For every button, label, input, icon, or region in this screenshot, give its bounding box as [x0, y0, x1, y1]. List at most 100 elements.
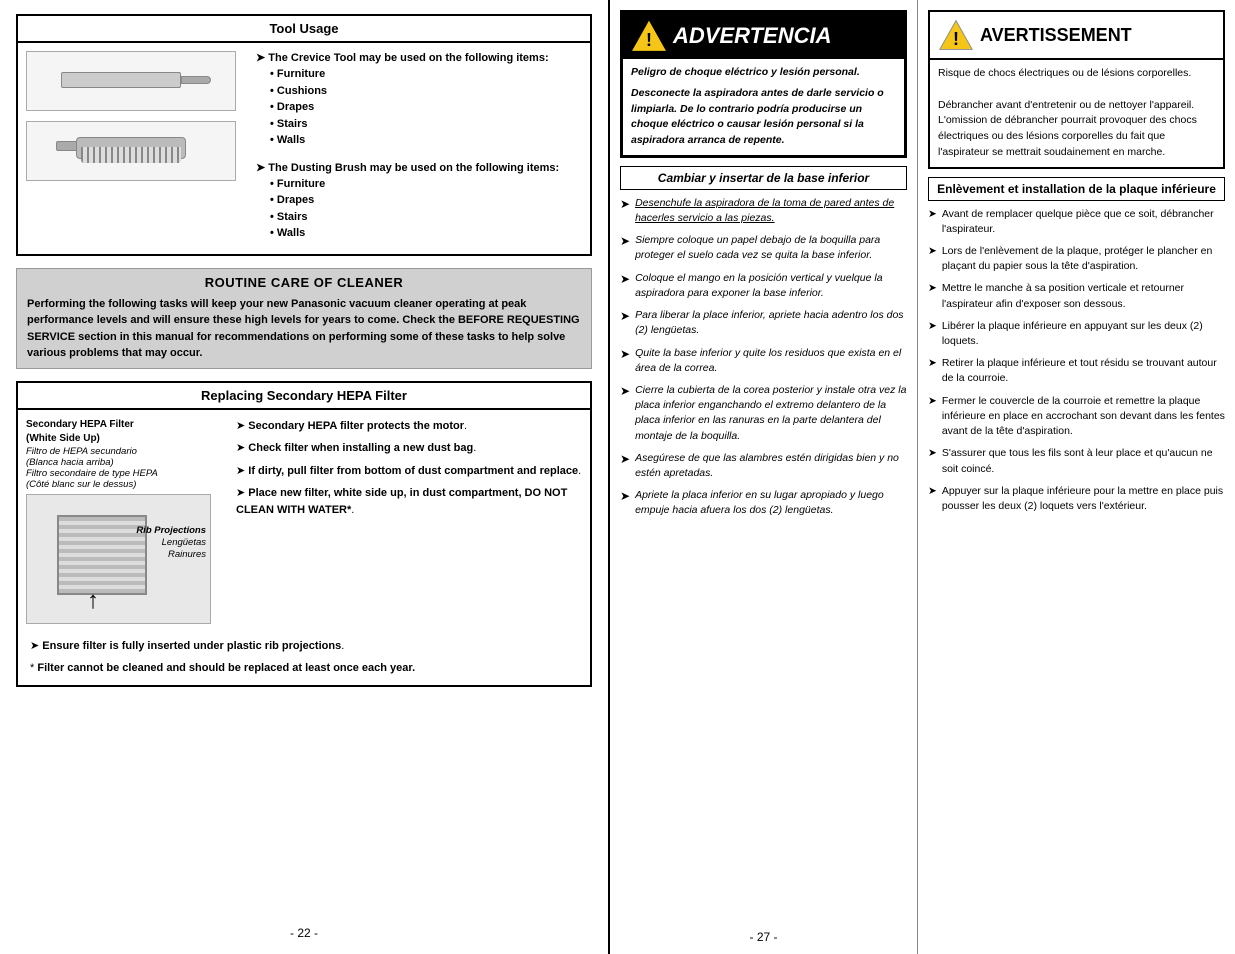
- page-number-left: - 22 -: [16, 916, 592, 940]
- right-instructions-list: ➤ Avant de remplacer quelque pièce que c…: [928, 207, 1225, 522]
- arrow-icon: ➤: [620, 233, 630, 263]
- arrow-icon: ➤: [928, 356, 937, 386]
- instruction-text: Lors de l'enlèvement de la plaque, proté…: [942, 244, 1225, 274]
- arrow-icon: ➤: [928, 207, 937, 237]
- crevice-tool-section: ➤ The Crevice Tool may be used on the fo…: [256, 51, 582, 149]
- dusting-brush-section: ➤ The Dusting Brush may be used on the f…: [256, 161, 582, 242]
- routine-care-title: ROUTINE CARE OF CLEANER: [27, 275, 581, 290]
- crevice-item-stairs: Stairs: [270, 116, 582, 133]
- hepa-instructions: ➤ Secondary HEPA filter protects the mot…: [236, 418, 582, 624]
- routine-care-body: Performing the following tasks will keep…: [27, 296, 581, 362]
- instruction-text: Avant de remplacer quelque pièce que ce …: [942, 207, 1225, 237]
- arrow-icon: ➤: [928, 446, 937, 476]
- avertissement-text: Risque de chocs électriques ou de lésion…: [938, 66, 1215, 161]
- avertissement-title: AVERTISSEMENT: [980, 25, 1132, 46]
- dusting-item-furniture: Furniture: [270, 176, 582, 193]
- right-instruction-5: ➤ Retirer la plaque inférieure et tout r…: [928, 356, 1225, 386]
- right-instruction-6: ➤ Fermer le couvercle de la courroie et …: [928, 394, 1225, 440]
- crevice-tip: [181, 76, 211, 84]
- arrow-icon: ➤: [928, 484, 937, 514]
- advertencia-title: ADVERTENCIA: [673, 23, 832, 49]
- tool-text-list: ➤ The Crevice Tool may be used on the fo…: [256, 51, 582, 246]
- middle-instruction-8: ➤ Apriete la placa inferior en su lugar …: [620, 488, 907, 518]
- advertencia-header: ! ADVERTENCIA: [623, 13, 904, 59]
- middle-section-title: Cambiar y insertar de la base inferior: [620, 166, 907, 190]
- advertencia-warning-1: Peligro de choque eléctrico y lesión per…: [631, 65, 896, 81]
- arrow-icon: ➤: [928, 394, 937, 440]
- arrow-icon: ➤: [620, 383, 630, 444]
- hepa-filter-lines: [59, 517, 145, 593]
- instruction-text: Mettre le manche à sa position verticale…: [942, 281, 1225, 311]
- tool-usage-title: Tool Usage: [18, 16, 590, 43]
- crevice-items: Furniture Cushions Drapes Stairs Walls: [256, 66, 582, 149]
- middle-instruction-1: ➤ Desenchufe la aspiradora de la toma de…: [620, 196, 907, 226]
- svg-text:!: !: [953, 29, 959, 49]
- instruction-text: Coloque el mango en la posición vertical…: [635, 271, 907, 301]
- middle-instruction-6: ➤ Cierre la cubierta de la corea posteri…: [620, 383, 907, 444]
- crevice-item-drapes: Drapes: [270, 99, 582, 116]
- avertissement-triangle-icon: !: [938, 17, 974, 53]
- tool-usage-content: ➤ The Crevice Tool may be used on the fo…: [18, 43, 590, 254]
- svg-text:!: !: [646, 30, 652, 50]
- hepa-instruction-4: ➤ Place new filter, white side up, in du…: [236, 485, 582, 518]
- dusting-item-walls: Walls: [270, 225, 582, 242]
- instruction-text: Appuyer sur la plaque inférieure pour la…: [942, 484, 1225, 514]
- hepa-filter-label-french: Filtro secondaire de type HEPA (Côté bla…: [26, 468, 226, 490]
- crevice-tool-diagram: [51, 67, 211, 95]
- hepa-image-area: Secondary HEPA Filter (White Side Up) Fi…: [26, 418, 226, 624]
- hepa-section: Replacing Secondary HEPA Filter Secondar…: [16, 381, 592, 687]
- right-instruction-7: ➤ S'assurer que tous les fils sont à leu…: [928, 446, 1225, 476]
- arrow-icon: ➤: [928, 244, 937, 274]
- dusting-brush-image: [26, 121, 236, 181]
- arrow-icon: ➤: [620, 488, 630, 518]
- instruction-text: Fermer le couvercle de la courroie et re…: [942, 394, 1225, 440]
- avertissement-header: ! AVERTISSEMENT: [930, 12, 1223, 60]
- hepa-title: Replacing Secondary HEPA Filter: [18, 383, 590, 410]
- hepa-bottom-instruction-1: ➤ Ensure filter is fully inserted under …: [30, 638, 578, 655]
- dusting-brush-diagram: [56, 129, 206, 174]
- instruction-text: S'assurer que tous les fils sont à leur …: [942, 446, 1225, 476]
- tool-usage-section: Tool Usage: [16, 14, 592, 256]
- avertissement-body: Risque de chocs électriques ou de lésion…: [930, 60, 1223, 167]
- arrow-icon: ➤: [928, 281, 937, 311]
- right-panel: ! ADVERTENCIA Peligro de choque eléctric…: [610, 0, 1235, 954]
- hepa-arrow-icon: ↑: [87, 587, 99, 615]
- page-number-middle: - 27 -: [620, 920, 907, 944]
- hepa-instruction-2: ➤ Check filter when installing a new dus…: [236, 440, 582, 457]
- advertencia-body: Peligro de choque eléctrico y lesión per…: [623, 59, 904, 155]
- crevice-body: [61, 72, 181, 88]
- dusting-heading: ➤ The Dusting Brush may be used on the f…: [256, 161, 582, 174]
- right-instruction-1: ➤ Avant de remplacer quelque pièce que c…: [928, 207, 1225, 237]
- right-instruction-4: ➤ Libérer la plaque inférieure en appuya…: [928, 319, 1225, 349]
- hepa-filter-label-spanish: Filtro de HEPA secundario (Blanca hacia …: [26, 446, 226, 468]
- rib-projections-label: Rib Projections Lengüetas Rainures: [136, 525, 206, 562]
- instruction-text: Cierre la cubierta de la corea posterior…: [635, 383, 907, 444]
- middle-instruction-4: ➤ Para liberar la place inferior, apriet…: [620, 308, 907, 338]
- hepa-filter-label-1: Secondary HEPA Filter (White Side Up): [26, 418, 226, 446]
- far-right-column: ! AVERTISSEMENT Risque de chocs électriq…: [918, 0, 1235, 954]
- arrow-icon: ➤: [928, 319, 937, 349]
- instruction-text: Asegúrese de que las alambres estén diri…: [635, 451, 907, 481]
- arrow-icon: ➤: [620, 271, 630, 301]
- right-section-title: Enlèvement et installation de la plaque …: [928, 177, 1225, 201]
- instruction-text: Apriete la placa inferior en su lugar ap…: [635, 488, 907, 518]
- advertencia-warning-2: Desconecte la aspiradora antes de darle …: [631, 86, 896, 149]
- arrow-icon: ➤: [620, 346, 630, 376]
- instruction-text: Para liberar la place inferior, apriete …: [635, 308, 907, 338]
- arrow-icon: ➤: [620, 308, 630, 338]
- crevice-item-cushions: Cushions: [270, 83, 582, 100]
- middle-instruction-2: ➤ Siempre coloque un papel debajo de la …: [620, 233, 907, 263]
- tool-images: [26, 51, 246, 246]
- crevice-tool-image: [26, 51, 236, 111]
- avertissement-warning-box: ! AVERTISSEMENT Risque de chocs électriq…: [928, 10, 1225, 169]
- dusting-items: Furniture Drapes Stairs Walls: [256, 176, 582, 242]
- instruction-text: Retirer la plaque inférieure et tout rés…: [942, 356, 1225, 386]
- instruction-text: Quite la base inferior y quite los resid…: [635, 346, 907, 376]
- middle-instruction-7: ➤ Asegúrese de que las alambres estén di…: [620, 451, 907, 481]
- crevice-item-furniture: Furniture: [270, 66, 582, 83]
- arrow-icon: ➤: [620, 196, 630, 226]
- right-instruction-2: ➤ Lors de l'enlèvement de la plaque, pro…: [928, 244, 1225, 274]
- instruction-text: Desenchufe la aspiradora de la toma de p…: [635, 196, 907, 226]
- middle-instruction-3: ➤ Coloque el mango en la posición vertic…: [620, 271, 907, 301]
- hepa-content: Secondary HEPA Filter (White Side Up) Fi…: [18, 410, 590, 632]
